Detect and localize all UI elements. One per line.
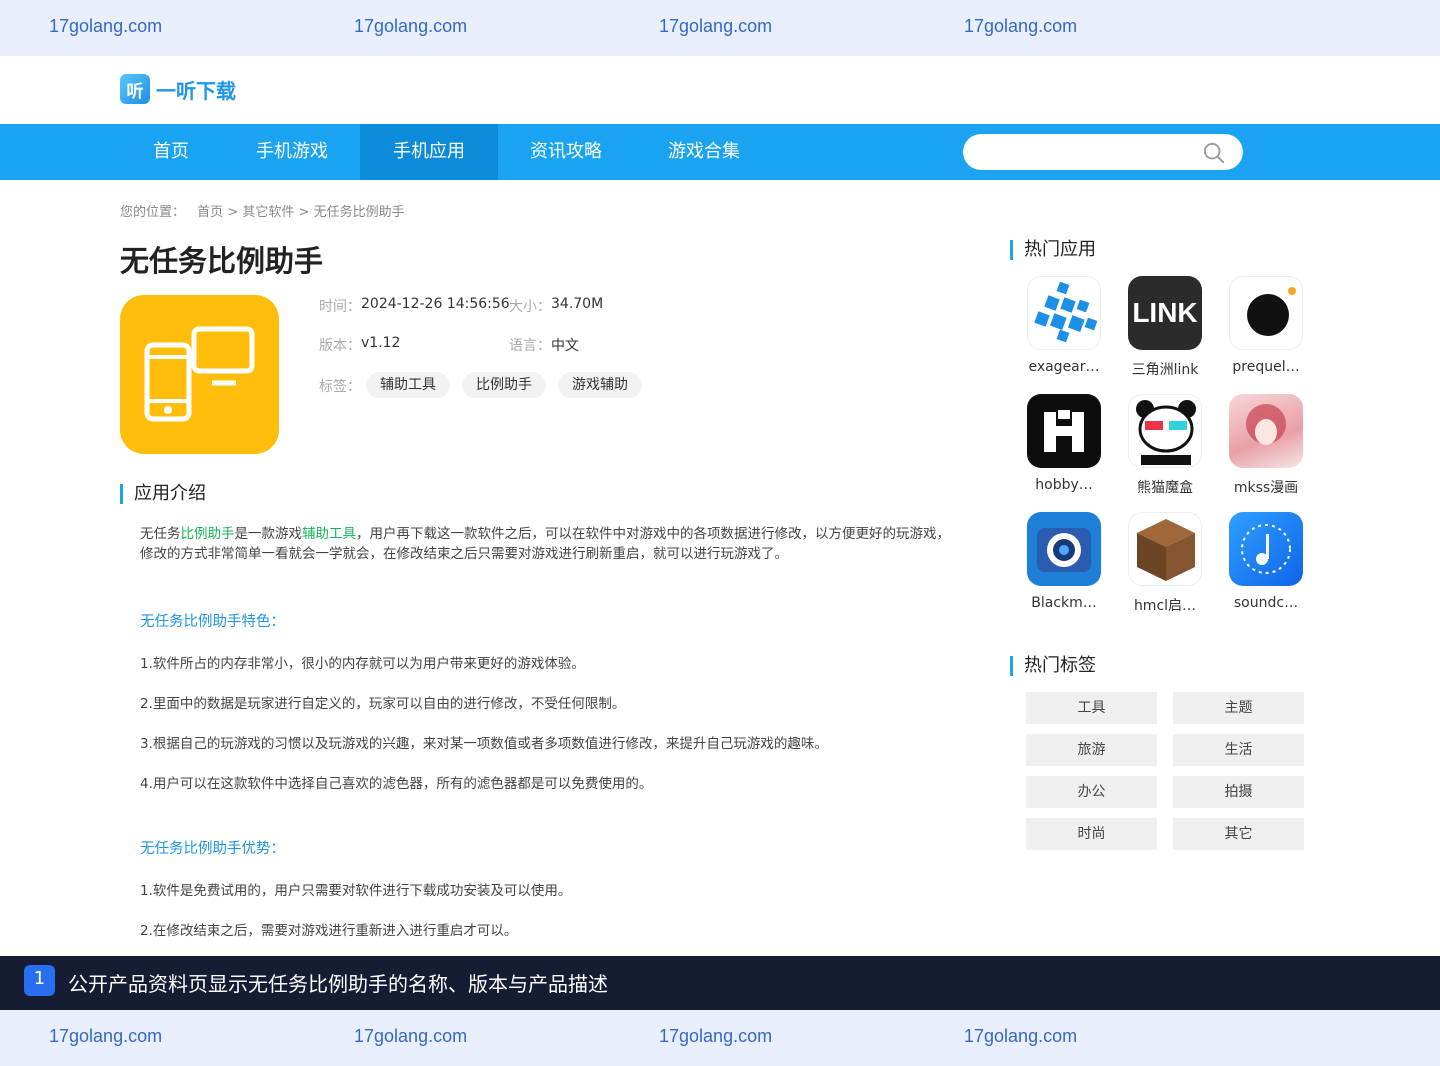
hot-tag[interactable]: 生活	[1173, 734, 1304, 766]
features-heading: 无任务比例助手特色：	[140, 614, 285, 630]
link-logo-icon: LINK	[1128, 276, 1202, 350]
exagear-icon	[1027, 276, 1101, 350]
hot-app[interactable]: 熊猫魔盒	[1125, 394, 1205, 497]
page-title: 无任务比例助手	[120, 244, 324, 278]
hot-tag[interactable]: 办公	[1026, 776, 1157, 808]
site-logo[interactable]: 听 一听下载	[120, 74, 236, 104]
app-icon	[120, 295, 279, 454]
breadcrumb: 您的位置： 首页 > 其它软件 > 无任务比例助手	[120, 201, 405, 220]
search-input[interactable]	[963, 134, 1243, 170]
hot-app-name: 熊猫魔盒	[1137, 480, 1193, 496]
main-nav: 首页 手机游戏 手机应用 资讯攻略 游戏合集	[0, 124, 1440, 180]
nav-mobile-games[interactable]: 手机游戏	[238, 124, 346, 180]
advantage-item: 1.软件是免费试用的，用户只需要对软件进行下载成功安装及可以使用。	[140, 883, 572, 899]
hot-tags-heading: 热门标签	[1010, 656, 1096, 676]
devices-icon	[144, 326, 255, 422]
watermark: 17golang.com	[964, 1026, 1078, 1046]
feature-item: 1.软件所占的内存非常小，很小的内存就可以为用户带来更好的游戏体验。	[140, 656, 585, 672]
watermark: 17golang.com	[659, 16, 773, 36]
hot-app-name: hobby…	[1035, 477, 1093, 493]
logo-mark: 听	[120, 74, 150, 104]
nav-mobile-apps[interactable]: 手机应用	[360, 124, 498, 180]
app-tag[interactable]: 比例助手	[462, 372, 546, 398]
hot-tag[interactable]: 其它	[1173, 818, 1304, 850]
feature-item: 2.里面中的数据是玩家进行自定义的，玩家可以自由的进行修改，不受任何限制。	[140, 696, 626, 712]
hot-tag[interactable]: 工具	[1026, 692, 1157, 724]
watermark: 17golang.com	[964, 16, 1078, 36]
intro-heading: 应用介绍	[120, 484, 206, 504]
nav-news-guides[interactable]: 资讯攻略	[512, 124, 620, 180]
hot-app-name: Blackm…	[1031, 595, 1097, 611]
mkss-manga-icon	[1229, 394, 1303, 468]
hot-app[interactable]: soundc…	[1226, 512, 1306, 611]
search-icon[interactable]	[1203, 142, 1225, 164]
advantage-item: 2.在修改结束之后，需要对游戏进行重新进入进行重启才可以。	[140, 923, 518, 939]
breadcrumb-current: 无任务比例助手	[313, 205, 405, 220]
version-value: v1.12	[361, 335, 401, 351]
caption-text: 公开产品资料页显示无任务比例助手的名称、版本与产品描述	[68, 972, 608, 996]
breadcrumb-category[interactable]: 其它软件	[242, 205, 294, 220]
hot-tag[interactable]: 拍摄	[1173, 776, 1304, 808]
hot-app-name: prequel…	[1232, 359, 1300, 375]
breadcrumb-home[interactable]: 首页	[197, 205, 223, 220]
advantages-heading: 无任务比例助手优势：	[140, 841, 285, 857]
hot-tag[interactable]: 主题	[1173, 692, 1304, 724]
breadcrumb-label: 您的位置：	[120, 205, 186, 220]
watermark: 17golang.com	[49, 1026, 163, 1046]
intro-paragraph: 无任务比例助手是一款游戏辅助工具，用户再下载这一款软件之后，可以在软件中对游戏中…	[140, 524, 960, 564]
language-label: 语言：	[509, 338, 551, 354]
hot-tag[interactable]: 时尚	[1026, 818, 1157, 850]
breadcrumb-separator: >	[298, 205, 310, 220]
intro-text: 无任务	[140, 526, 181, 542]
watermark: 17golang.com	[49, 16, 163, 36]
app-tag[interactable]: 辅助工具	[366, 372, 450, 398]
watermark: 17golang.com	[659, 1026, 773, 1046]
hot-app[interactable]: mkss漫画	[1226, 394, 1306, 497]
hot-app[interactable]: LINK 三角洲link	[1125, 276, 1205, 379]
nav-game-collections[interactable]: 游戏合集	[650, 124, 758, 180]
panda-icon	[1128, 394, 1202, 468]
keyword-link[interactable]: 辅助工具	[302, 526, 356, 542]
size-label: 大小：	[509, 299, 551, 315]
app-tag[interactable]: 游戏辅助	[558, 372, 642, 398]
time-label: 时间：	[319, 299, 361, 315]
hot-app-name: mkss漫画	[1233, 480, 1299, 496]
hot-app-name: hmcl启…	[1133, 598, 1197, 614]
prequel-icon	[1229, 276, 1303, 350]
version-label: 版本：	[319, 338, 361, 354]
hot-app[interactable]: prequel…	[1226, 276, 1306, 375]
hot-app-name: exagear…	[1028, 359, 1100, 375]
hot-app[interactable]: hobby…	[1024, 394, 1104, 493]
camera-icon	[1027, 512, 1101, 586]
hot-app-name: 三角洲link	[1131, 362, 1199, 378]
watermark: 17golang.com	[354, 1026, 468, 1046]
step-badge: 1	[24, 965, 55, 996]
logo-name: 一听下载	[156, 78, 236, 103]
watermark-bar-bottom: 17golang.com 17golang.com 17golang.com 1…	[0, 1010, 1440, 1066]
crafting-table-icon	[1128, 512, 1202, 586]
hobby-icon	[1027, 394, 1101, 468]
breadcrumb-separator: >	[227, 205, 239, 220]
caption-banner: 1 公开产品资料页显示无任务比例助手的名称、版本与产品描述	[0, 956, 1440, 1010]
update-time: 2024-12-26 14:56:56	[361, 296, 510, 312]
hot-tag[interactable]: 旅游	[1026, 734, 1157, 766]
watermark: 17golang.com	[354, 16, 468, 36]
tags-label: 标签：	[319, 379, 361, 395]
nav-home[interactable]: 首页	[136, 124, 206, 180]
hot-app-name: soundc…	[1233, 595, 1299, 611]
hot-app[interactable]: exagear…	[1024, 276, 1104, 375]
intro-text: 是一款游戏	[234, 526, 303, 542]
hot-apps-heading: 热门应用	[1010, 240, 1096, 260]
language-value: 中文	[551, 338, 579, 354]
hot-app[interactable]: Blackm…	[1024, 512, 1104, 611]
hot-app[interactable]: hmcl启…	[1125, 512, 1205, 615]
watermark-bar-top: 17golang.com 17golang.com 17golang.com 1…	[0, 0, 1440, 56]
file-size: 34.70M	[551, 296, 604, 312]
feature-item: 3.根据自己的玩游戏的习惯以及玩游戏的兴趣，来对某一项数值或者多项数值进行修改，…	[140, 736, 828, 752]
keyword-link[interactable]: 比例助手	[181, 526, 235, 542]
music-note-icon	[1229, 512, 1303, 586]
feature-item: 4.用户可以在这款软件中选择自己喜欢的滤色器，所有的滤色器都是可以免费使用的。	[140, 776, 653, 792]
site-header: 听 一听下载	[0, 56, 1440, 124]
